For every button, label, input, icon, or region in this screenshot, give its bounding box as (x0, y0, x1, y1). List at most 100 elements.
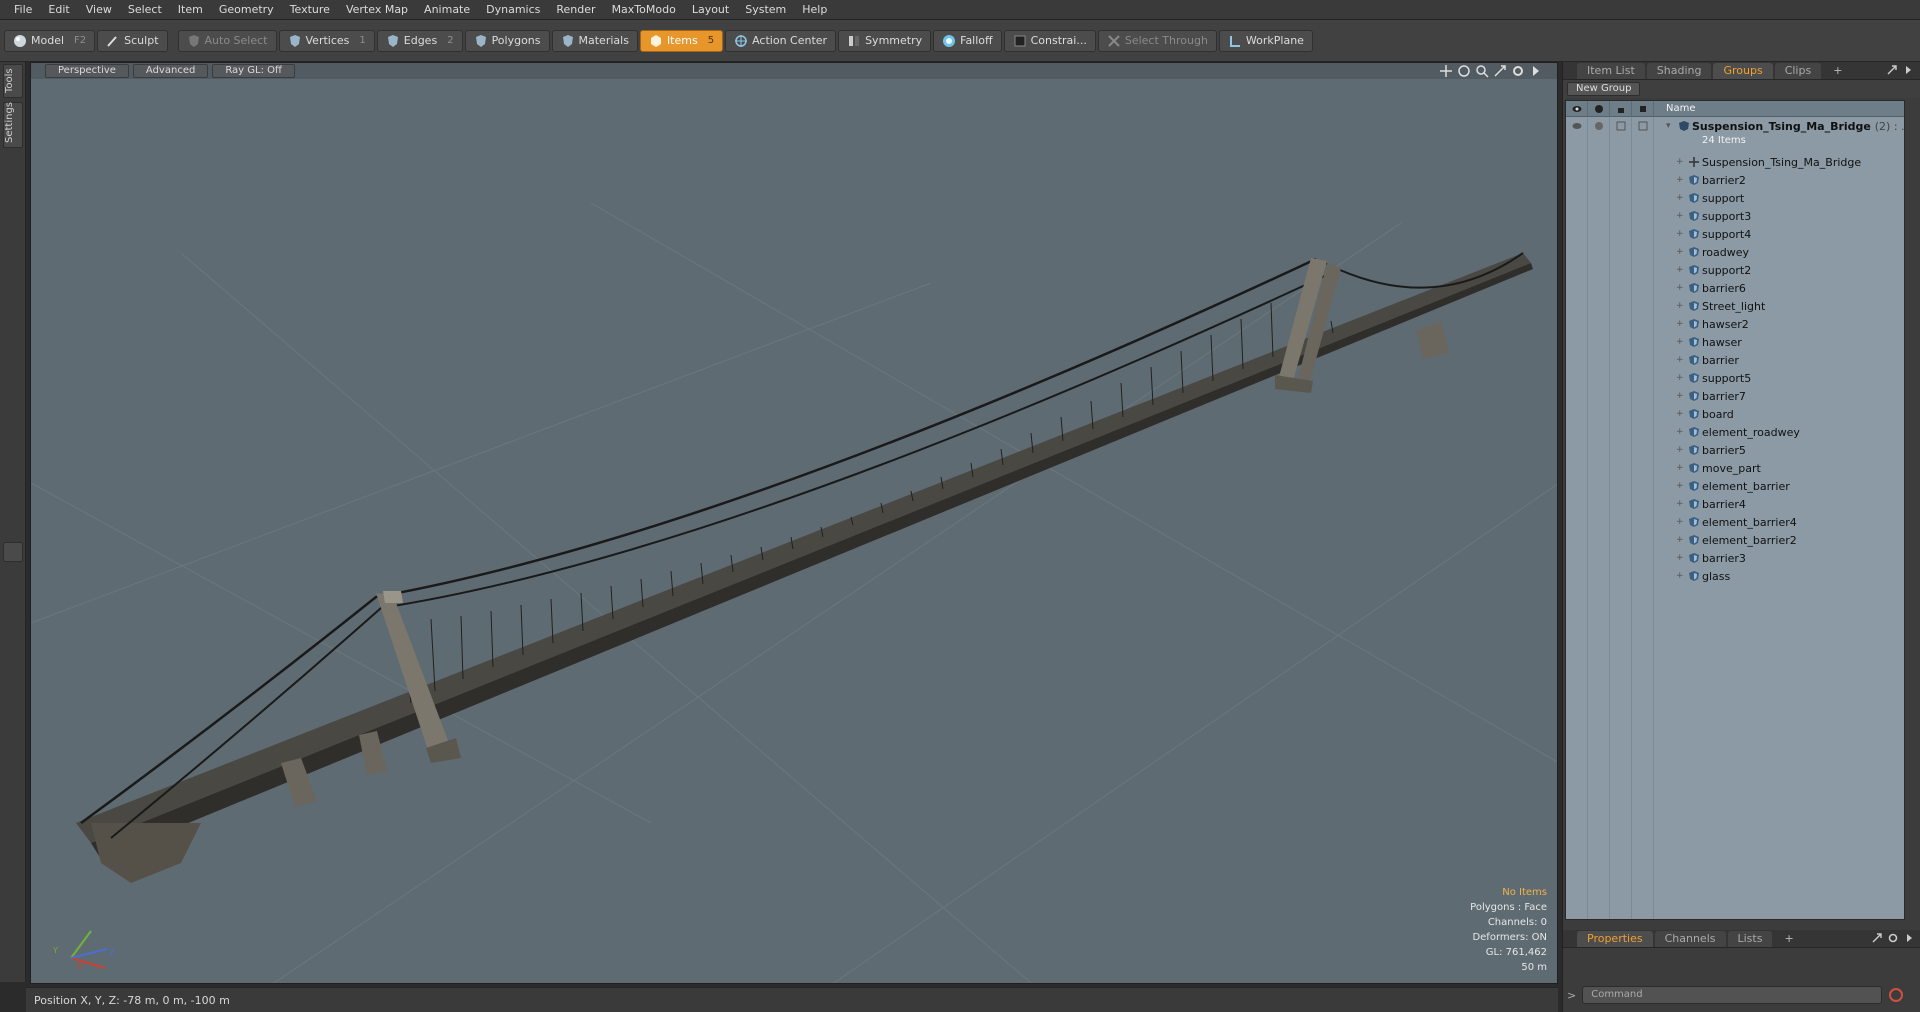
tree-item-expand-icon[interactable]: + (1676, 355, 1684, 365)
menu-item[interactable]: Item (170, 0, 211, 20)
menu-layout[interactable]: Layout (684, 0, 737, 20)
falloff-button[interactable]: Falloff (933, 29, 1002, 52)
tree-item-row[interactable]: + barrier (1566, 351, 1904, 369)
auto-select-button[interactable]: Auto Select (177, 29, 277, 52)
visibility-col-header[interactable] (1566, 101, 1588, 117)
tree-item-row[interactable]: + board (1566, 405, 1904, 423)
tab-item-list[interactable]: Item List (1577, 62, 1645, 79)
menu-file[interactable]: File (6, 0, 40, 20)
tree-item-row[interactable]: + support5 (1566, 369, 1904, 387)
group-collapse-icon[interactable]: ▾ (1666, 121, 1671, 131)
tree-item-row[interactable]: + hawser2 (1566, 315, 1904, 333)
rotate-icon[interactable] (1457, 64, 1471, 78)
tree-item-row[interactable]: + Street_light (1566, 297, 1904, 315)
render-col-header[interactable] (1588, 101, 1610, 117)
group-eye-icon[interactable] (1572, 121, 1582, 131)
constraints-button[interactable]: Constrai... (1003, 29, 1096, 52)
tree-item-expand-icon[interactable]: + (1676, 337, 1684, 347)
bottom-chevron-icon[interactable] (1903, 932, 1915, 944)
tab-channels[interactable]: Channels (1654, 930, 1726, 947)
menu-help[interactable]: Help (794, 0, 835, 20)
group-render-icon[interactable] (1594, 121, 1604, 131)
tree-item-row[interactable]: + element_barrier (1566, 477, 1904, 495)
lock-col-header[interactable] (1610, 101, 1632, 117)
menu-render[interactable]: Render (548, 0, 603, 20)
tab-shading[interactable]: Shading (1646, 62, 1712, 79)
tree-item-row[interactable]: + move_part (1566, 459, 1904, 477)
tree-item-row[interactable]: + roadwey (1566, 243, 1904, 261)
tree-item-expand-icon[interactable]: + (1676, 409, 1684, 419)
tree-item-row[interactable]: + barrier3 (1566, 549, 1904, 567)
group-select-checkbox[interactable] (1638, 121, 1648, 131)
raygl-button[interactable]: Ray GL: Off (212, 64, 295, 78)
perspective-button[interactable]: Perspective (45, 64, 129, 78)
tree-item-expand-icon[interactable]: + (1676, 193, 1684, 203)
command-record-icon[interactable] (1888, 987, 1904, 1003)
menu-geometry[interactable]: Geometry (211, 0, 282, 20)
tree-item-expand-icon[interactable]: + (1676, 373, 1684, 383)
tree-item-row[interactable]: + support3 (1566, 207, 1904, 225)
tab-properties[interactable]: Properties (1577, 930, 1653, 947)
advanced-shading-button[interactable]: Advanced (132, 64, 209, 78)
pan-icon[interactable] (1439, 64, 1453, 78)
menu-edit[interactable]: Edit (40, 0, 77, 20)
action-center-button[interactable]: Action Center (725, 29, 837, 52)
tree-item-row[interactable]: + Suspension_Tsing_Ma_Bridge (1566, 153, 1904, 171)
tree-item-row[interactable]: + support2 (1566, 261, 1904, 279)
tree-item-expand-icon[interactable]: + (1676, 481, 1684, 491)
chevron-right-icon[interactable] (1529, 64, 1543, 78)
tree-item-row[interactable]: + support4 (1566, 225, 1904, 243)
zoom-icon[interactable] (1475, 64, 1489, 78)
tree-item-row[interactable]: + element_roadwey (1566, 423, 1904, 441)
select-col-header[interactable] (1632, 101, 1654, 117)
3d-viewport[interactable]: Perspective Advanced Ray GL: Off Y X Z N… (30, 62, 1558, 984)
tree-item-row[interactable]: + barrier5 (1566, 441, 1904, 459)
tree-item-expand-icon[interactable]: + (1676, 319, 1684, 329)
group-lock-checkbox[interactable] (1616, 121, 1626, 131)
tree-item-expand-icon[interactable]: + (1676, 553, 1684, 563)
tools-tab[interactable]: Tools (3, 64, 23, 98)
tree-item-row[interactable]: + barrier6 (1566, 279, 1904, 297)
tree-item-expand-icon[interactable]: + (1676, 499, 1684, 509)
tree-item-expand-icon[interactable]: + (1676, 175, 1684, 185)
select-through-button[interactable]: Select Through (1097, 29, 1217, 52)
left-collapse-tab[interactable] (3, 542, 23, 562)
polygons-button[interactable]: Polygons (464, 29, 550, 52)
tab-lists[interactable]: Lists (1727, 930, 1773, 947)
edges-button[interactable]: Edges 2 (376, 29, 463, 52)
panel-chevron-icon[interactable] (1902, 64, 1914, 76)
tree-group-row[interactable]: ▾ Suspension_Tsing_Ma_Bridge (2) : ... (1566, 117, 1904, 135)
gear-icon[interactable] (1511, 64, 1525, 78)
bottom-gear-icon[interactable] (1887, 932, 1899, 944)
menu-system[interactable]: System (737, 0, 794, 20)
maximize-icon[interactable] (1493, 64, 1507, 78)
new-group-button[interactable]: New Group (1567, 82, 1641, 96)
tree-item-expand-icon[interactable]: + (1676, 391, 1684, 401)
tree-item-expand-icon[interactable]: + (1676, 517, 1684, 527)
tree-item-expand-icon[interactable]: + (1676, 445, 1684, 455)
tab-add[interactable]: + (1823, 63, 1852, 79)
items-button[interactable]: Items 5 (639, 29, 724, 52)
model-button[interactable]: Model F2 (4, 29, 96, 52)
tree-item-expand-icon[interactable]: + (1676, 229, 1684, 239)
tree-item-row[interactable]: + support (1566, 189, 1904, 207)
menu-texture[interactable]: Texture (282, 0, 338, 20)
tree-item-row[interactable]: + hawser (1566, 333, 1904, 351)
vertices-button[interactable]: Vertices 1 (278, 29, 375, 52)
tab-clips[interactable]: Clips (1774, 62, 1822, 79)
tree-item-row[interactable]: + element_barrier4 (1566, 513, 1904, 531)
tree-item-row[interactable]: + barrier7 (1566, 387, 1904, 405)
bottom-expand-icon[interactable] (1871, 932, 1883, 944)
tree-item-row[interactable]: + barrier4 (1566, 495, 1904, 513)
tree-item-expand-icon[interactable]: + (1676, 427, 1684, 437)
tab-add-bottom[interactable]: + (1774, 931, 1803, 947)
tree-item-expand-icon[interactable]: + (1676, 157, 1684, 167)
menu-vertex-map[interactable]: Vertex Map (338, 0, 416, 20)
tree-item-row[interactable]: + element_barrier2 (1566, 531, 1904, 549)
menu-view[interactable]: View (78, 0, 120, 20)
tree-item-expand-icon[interactable]: + (1676, 301, 1684, 311)
menu-animate[interactable]: Animate (416, 0, 478, 20)
tab-groups[interactable]: Groups (1713, 62, 1773, 79)
workplane-button[interactable]: WorkPlane (1218, 29, 1313, 52)
tree-item-expand-icon[interactable]: + (1676, 211, 1684, 221)
